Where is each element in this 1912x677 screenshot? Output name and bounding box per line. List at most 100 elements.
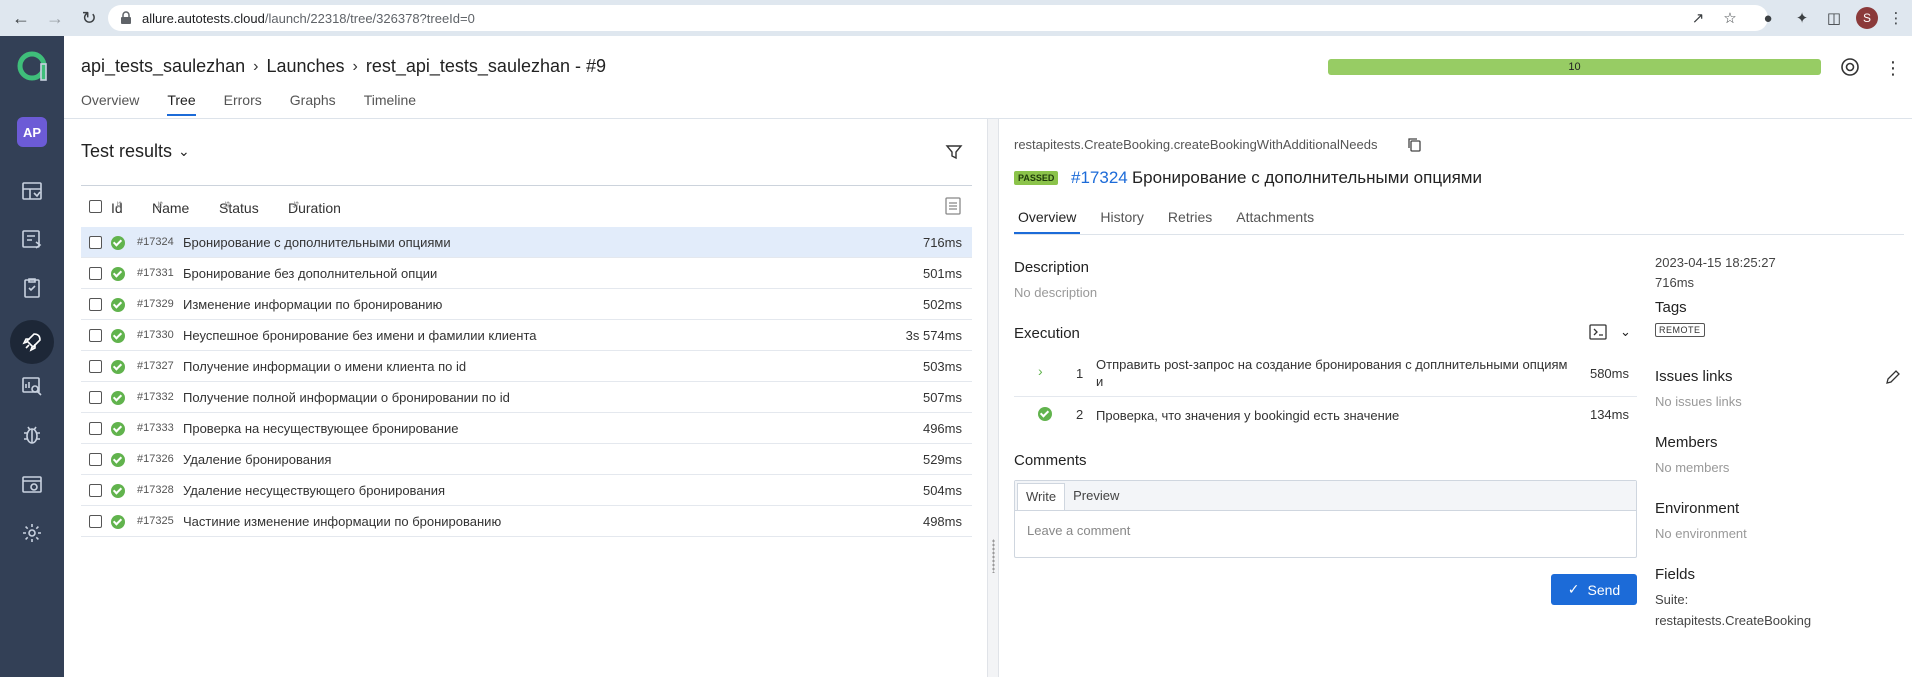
tab-overview[interactable]: Overview (81, 92, 139, 116)
tab-write[interactable]: Write (1017, 483, 1066, 510)
more-menu-icon[interactable]: ⋮ (1884, 58, 1902, 79)
passed-check-icon (111, 484, 125, 498)
jobs-icon[interactable] (17, 469, 47, 499)
row-checkbox[interactable] (89, 267, 102, 280)
back-icon[interactable]: ← (8, 5, 34, 31)
table-row[interactable]: #17324 Бронирование с дополнительными опц… (81, 227, 972, 258)
passed-check-icon (111, 453, 125, 467)
row-checkbox[interactable] (89, 236, 102, 249)
sort-icon: ⇵ (292, 200, 300, 210)
comment-input[interactable]: Leave a comment (1027, 523, 1130, 538)
status-badge: PASSED (1014, 171, 1059, 185)
allure-logo-icon[interactable] (16, 50, 48, 82)
sort-icon: ⇵ (156, 200, 164, 210)
url-host: allure.autotests.cloud (142, 10, 265, 26)
test-cases-icon[interactable] (17, 224, 47, 254)
tab-errors[interactable]: Errors (224, 92, 262, 116)
extension-icon[interactable]: ● (1756, 6, 1780, 30)
panel-resize-handle[interactable] (987, 119, 999, 677)
breadcrumb-launches[interactable]: Launches (266, 56, 344, 77)
table-row[interactable]: #17329 Изменение информации по бронирован… (81, 289, 972, 320)
tags-title: Tags (1655, 299, 1687, 316)
fields-title: Fields (1655, 566, 1696, 583)
row-id: #17333 (137, 422, 174, 434)
row-checkbox[interactable] (89, 298, 102, 311)
sidepanel-icon[interactable]: ◫ (1822, 6, 1846, 30)
address-bar[interactable]: allure.autotests.cloud/launch/22318/tree… (108, 5, 1768, 31)
test-id-link[interactable]: #17324 (1071, 168, 1128, 188)
table-row[interactable]: #17325 Частиние изменение информации по б… (81, 506, 972, 537)
tab-history[interactable]: History (1096, 209, 1148, 234)
expand-steps-icon[interactable] (1589, 323, 1607, 341)
test-plans-icon[interactable] (17, 273, 47, 303)
table-row[interactable]: #17332 Получение полной информации о брон… (81, 382, 972, 413)
chevron-right-icon[interactable]: › (1038, 363, 1043, 379)
defects-bug-icon[interactable] (17, 420, 47, 450)
target-icon[interactable] (1840, 57, 1860, 77)
tab-attachments[interactable]: Attachments (1232, 209, 1318, 234)
forward-icon[interactable]: → (42, 5, 68, 31)
tab-detail-overview[interactable]: Overview (1014, 209, 1081, 234)
passed-check-icon (111, 267, 125, 281)
tab-preview[interactable]: Preview (1065, 481, 1127, 510)
tab-timeline[interactable]: Timeline (364, 92, 416, 116)
step-duration: 580ms (1589, 366, 1629, 381)
step-text: Проверка, что значения у bookingid есть … (1096, 408, 1400, 423)
row-id: #17326 (137, 453, 174, 465)
settings-gear-icon[interactable] (17, 518, 47, 548)
tab-retries[interactable]: Retries (1164, 209, 1216, 234)
filter-icon[interactable] (945, 143, 963, 161)
test-datetime: 2023-04-15 18:25:27 (1655, 255, 1776, 270)
fields-value: restapitests.CreateBooking (1655, 613, 1812, 628)
tab-tree[interactable]: Tree (167, 92, 196, 116)
execution-step[interactable]: › 1 Отправить post-запрос на создание бр… (1014, 355, 1637, 397)
row-name: Частиние изменение информации по брониро… (183, 514, 502, 529)
table-row[interactable]: #17328 Удаление несуществующего бронирова… (81, 475, 972, 506)
browser-menu-icon[interactable]: ⋮ (1884, 6, 1908, 30)
launch-progress-bar: 10 (1328, 59, 1821, 75)
test-results-title[interactable]: Test results (81, 141, 172, 162)
breadcrumb-project[interactable]: api_tests_saulezhan (81, 56, 245, 77)
row-checkbox[interactable] (89, 422, 102, 435)
reload-icon[interactable]: ↻ (76, 5, 102, 31)
execution-step[interactable]: 2 Проверка, что значения у bookingid ест… (1014, 399, 1637, 429)
table-row[interactable]: #17330 Неуспешное бронирование без имени … (81, 320, 972, 351)
row-checkbox[interactable] (89, 515, 102, 528)
row-duration: 498ms (922, 514, 962, 529)
share-icon[interactable]: ↗ (1686, 6, 1710, 30)
row-checkbox[interactable] (89, 360, 102, 373)
chevron-down-icon[interactable]: ⌄ (178, 143, 190, 160)
tab-graphs[interactable]: Graphs (290, 92, 336, 116)
row-checkbox[interactable] (89, 329, 102, 342)
table-row[interactable]: #17333 Проверка на несуществующее брониро… (81, 413, 972, 444)
row-id: #17332 (137, 391, 174, 403)
row-duration: 503ms (922, 359, 962, 374)
send-button[interactable]: ✓ Send (1551, 574, 1637, 605)
table-row[interactable]: #17327 Получение информации о имени клиен… (81, 351, 972, 382)
row-duration: 529ms (922, 452, 962, 467)
project-avatar[interactable]: AP (17, 117, 47, 147)
launches-rocket-icon[interactable] (10, 320, 54, 364)
row-checkbox[interactable] (89, 484, 102, 497)
dashboards-icon[interactable] (17, 176, 47, 206)
passed-check-icon (111, 391, 125, 405)
row-id: #17324 (137, 236, 174, 248)
edit-pencil-icon[interactable] (1885, 369, 1901, 385)
table-row[interactable]: #17326 Удаление бронирования 529ms (81, 444, 972, 475)
list-view-icon[interactable] (944, 196, 962, 216)
analytics-icon[interactable] (17, 371, 47, 401)
passed-check-icon (111, 329, 125, 343)
row-checkbox[interactable] (89, 391, 102, 404)
row-name: Бронирование без дополнительной опции (183, 266, 438, 281)
copy-icon[interactable] (1407, 137, 1422, 152)
row-checkbox[interactable] (89, 453, 102, 466)
select-all-checkbox[interactable] (89, 200, 102, 213)
passed-check-icon (111, 515, 125, 529)
chevron-down-icon[interactable]: ⌄ (1620, 324, 1631, 340)
row-duration: 504ms (922, 483, 962, 498)
profile-avatar[interactable]: S (1856, 7, 1878, 29)
table-row[interactable]: #17331 Бронирование без дополнительной оп… (81, 258, 972, 289)
puzzle-icon[interactable]: ✦ (1790, 6, 1814, 30)
bookmark-star-icon[interactable]: ☆ (1718, 6, 1742, 30)
breadcrumb: api_tests_saulezhan › Launches › rest_ap… (81, 56, 606, 77)
